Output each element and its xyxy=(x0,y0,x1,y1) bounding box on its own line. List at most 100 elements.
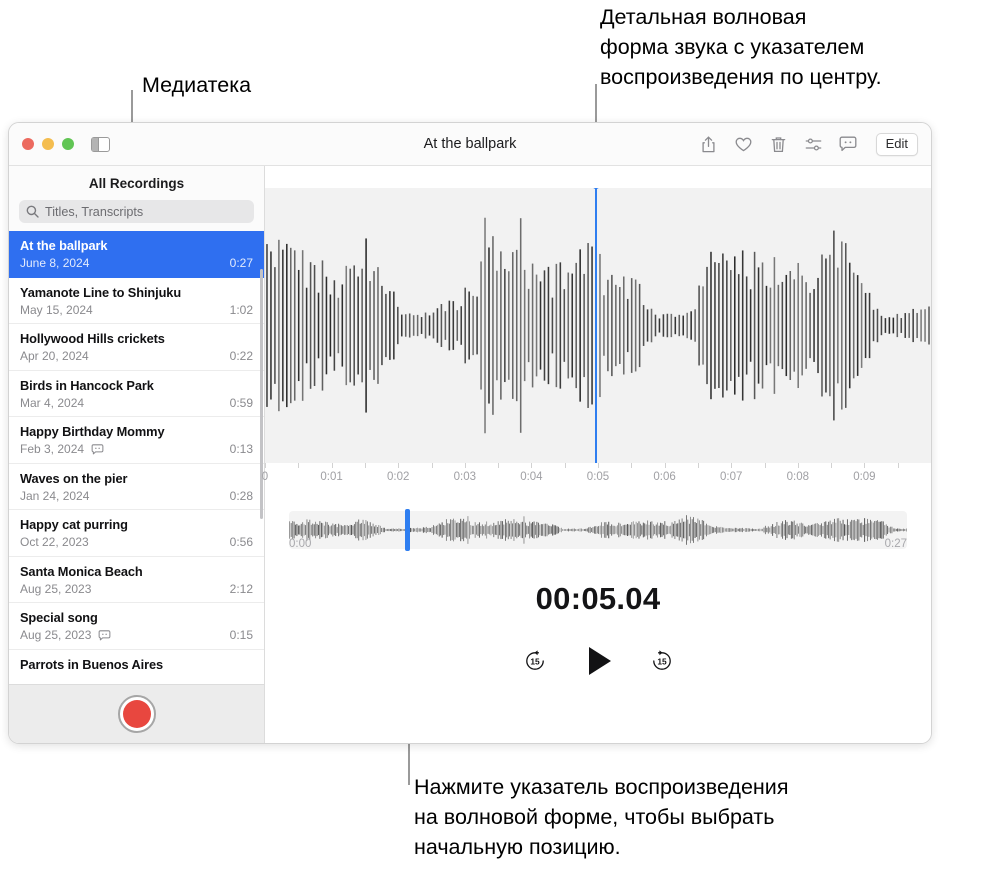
recording-meta: May 15, 2024 1:02 xyxy=(20,303,253,317)
playback-controls: 15 15 xyxy=(522,647,674,675)
ruler-label: 0:05 xyxy=(586,471,610,483)
audio-settings-icon[interactable] xyxy=(804,134,823,155)
voice-memos-window: At the ballpark Edit All Recordings Titl… xyxy=(8,122,932,744)
sidebar-header-title: All Recordings xyxy=(88,176,185,191)
ruler-tick xyxy=(331,463,333,468)
ruler-tick xyxy=(398,463,400,468)
window-body: All Recordings At the ballpark June 8, 20… xyxy=(9,166,931,743)
ruler-tick xyxy=(697,463,699,468)
skip-forward-15-icon[interactable]: 15 xyxy=(649,649,674,674)
heart-icon[interactable] xyxy=(734,134,753,155)
window-controls xyxy=(22,138,74,150)
recording-meta: Aug 25, 2023 0:15 xyxy=(20,628,253,642)
recording-duration: 0:56 xyxy=(229,535,253,549)
search-input[interactable] xyxy=(45,204,247,219)
waveform-canvas xyxy=(265,188,931,463)
skip-back-15-icon[interactable]: 15 xyxy=(522,649,547,674)
recording-date: Apr 20, 2024 xyxy=(20,349,89,363)
recording-meta: Aug 25, 2023 2:12 xyxy=(20,582,253,596)
sidebar-toggle-icon[interactable] xyxy=(91,136,110,152)
ruler-tick xyxy=(664,463,666,468)
recording-duration: 1:02 xyxy=(229,302,253,317)
ruler-tick xyxy=(431,463,433,468)
recording-date: June 8, 2024 xyxy=(20,256,90,270)
ruler-tick xyxy=(498,463,500,468)
ruler-tick xyxy=(831,463,833,468)
minimize-button[interactable] xyxy=(42,138,54,150)
record-button[interactable] xyxy=(117,695,156,733)
overview-end-label: 0:27 xyxy=(884,538,907,550)
recording-row[interactable]: Yamanote Line to Shinjuku May 15, 2024 1:0… xyxy=(9,278,264,324)
transport-controls: 00:05.04 15 15 xyxy=(265,549,931,743)
trash-icon[interactable] xyxy=(769,134,788,155)
overview-start-label: 0:00 xyxy=(289,538,312,550)
recording-date: Feb 3, 2024 xyxy=(20,442,85,456)
recording-date: May 15, 2024 xyxy=(20,302,93,317)
recording-duration: 0:22 xyxy=(229,349,253,363)
share-icon[interactable] xyxy=(699,134,718,155)
recording-row[interactable]: Hollywood Hills crickets Apr 20, 2024 0:22 xyxy=(9,324,264,371)
ruler-tick xyxy=(265,463,266,468)
recording-title: Parrots in Buenos Aires xyxy=(20,656,164,672)
ruler-label-zero: 0 xyxy=(261,471,269,483)
waveform-playhead[interactable] xyxy=(592,188,601,463)
recording-duration: 0:28 xyxy=(229,488,253,503)
transcript-badge-icon xyxy=(98,629,111,641)
recording-row[interactable]: Santa Monica Beach Aug 25, 2023 2:12 xyxy=(9,557,264,603)
record-bar xyxy=(9,684,264,743)
callout-waveform-text: Детальная волновая форма звука с указате… xyxy=(600,5,882,89)
maximize-button[interactable] xyxy=(62,138,74,150)
recording-title: Happy Birthday Mommy xyxy=(20,424,165,439)
toolbar: Edit xyxy=(699,132,918,156)
ruler-tick xyxy=(598,463,599,468)
overview-playhead[interactable] xyxy=(405,509,411,551)
recording-row[interactable]: At the ballpark June 8, 2024 0:27 xyxy=(9,231,264,278)
recording-duration: 0:15 xyxy=(229,628,253,642)
ruler-tick xyxy=(564,463,566,468)
ruler-label: 0:03 xyxy=(453,471,476,483)
ruler-tick xyxy=(298,463,300,468)
recording-meta: Apr 20, 2024 0:22 xyxy=(20,349,253,363)
play-button[interactable] xyxy=(589,647,611,675)
search-icon xyxy=(26,205,39,218)
recording-row[interactable]: Waves on the pier Jan 24, 2024 0:28 xyxy=(9,464,264,510)
recording-title: Santa Monica Beach xyxy=(20,563,143,579)
ruler-label: 0:08 xyxy=(786,471,809,483)
ruler-label: 0:06 xyxy=(653,471,676,483)
recordings-list[interactable]: At the ballpark June 8, 2024 0:27 Yamanote … xyxy=(9,231,264,684)
recording-date: Aug 25, 2023 xyxy=(20,628,92,642)
recording-date: Mar 4, 2024 xyxy=(20,395,85,410)
recording-row[interactable]: Happy Birthday Mommy Feb 3, 2024 0:13 xyxy=(9,417,264,464)
recording-title: Birds in Hancock Park xyxy=(20,377,154,393)
transcript-badge-icon xyxy=(91,443,104,455)
window-titlebar: At the ballpark Edit xyxy=(9,123,931,166)
recording-row[interactable]: Special song Aug 25, 2023 0:15 xyxy=(9,603,264,650)
ruler-label: 0:09 xyxy=(853,471,876,483)
ruler-label: 0:02 xyxy=(386,471,410,483)
ruler-tick xyxy=(797,463,799,468)
callout-playhead-text: Нажмите указатель воспроизведения на вол… xyxy=(414,775,789,859)
ruler-tick xyxy=(864,463,866,468)
overview-section: 0:00 0:27 xyxy=(265,497,931,551)
recording-row[interactable]: Parrots in Buenos Aires xyxy=(9,650,264,685)
detailed-waveform[interactable] xyxy=(265,188,931,463)
recording-row[interactable]: Birds in Hancock Park Mar 4, 2024 0:59 xyxy=(9,371,264,417)
ruler-tick xyxy=(731,463,733,468)
close-button[interactable] xyxy=(22,138,34,150)
ruler-label: 0:01 xyxy=(320,471,343,483)
recording-title: Yamanote Line to Shinjuku xyxy=(20,284,182,300)
timeline-ruler: 0:01 0:02 0:03 0:04 0:05 0:06 0:07 0:08 0:09 0 xyxy=(261,463,931,497)
ruler-tick xyxy=(764,463,766,468)
transcript-icon[interactable] xyxy=(839,134,858,155)
ruler-label: 0:07 xyxy=(719,471,743,483)
recording-date: Aug 25, 2023 xyxy=(20,581,92,596)
recording-duration: 0:13 xyxy=(229,442,253,456)
search-field[interactable] xyxy=(19,200,254,223)
recording-title: Special song xyxy=(20,610,98,625)
recording-row[interactable]: Happy cat purring Oct 22, 2023 0:56 xyxy=(9,510,264,557)
recording-meta: Mar 4, 2024 0:59 xyxy=(20,396,253,410)
overview-waveform[interactable] xyxy=(289,509,907,551)
edit-button[interactable]: Edit xyxy=(875,132,918,156)
recording-date: Oct 22, 2023 xyxy=(20,535,89,549)
recording-title: At the ballpark xyxy=(20,238,108,253)
